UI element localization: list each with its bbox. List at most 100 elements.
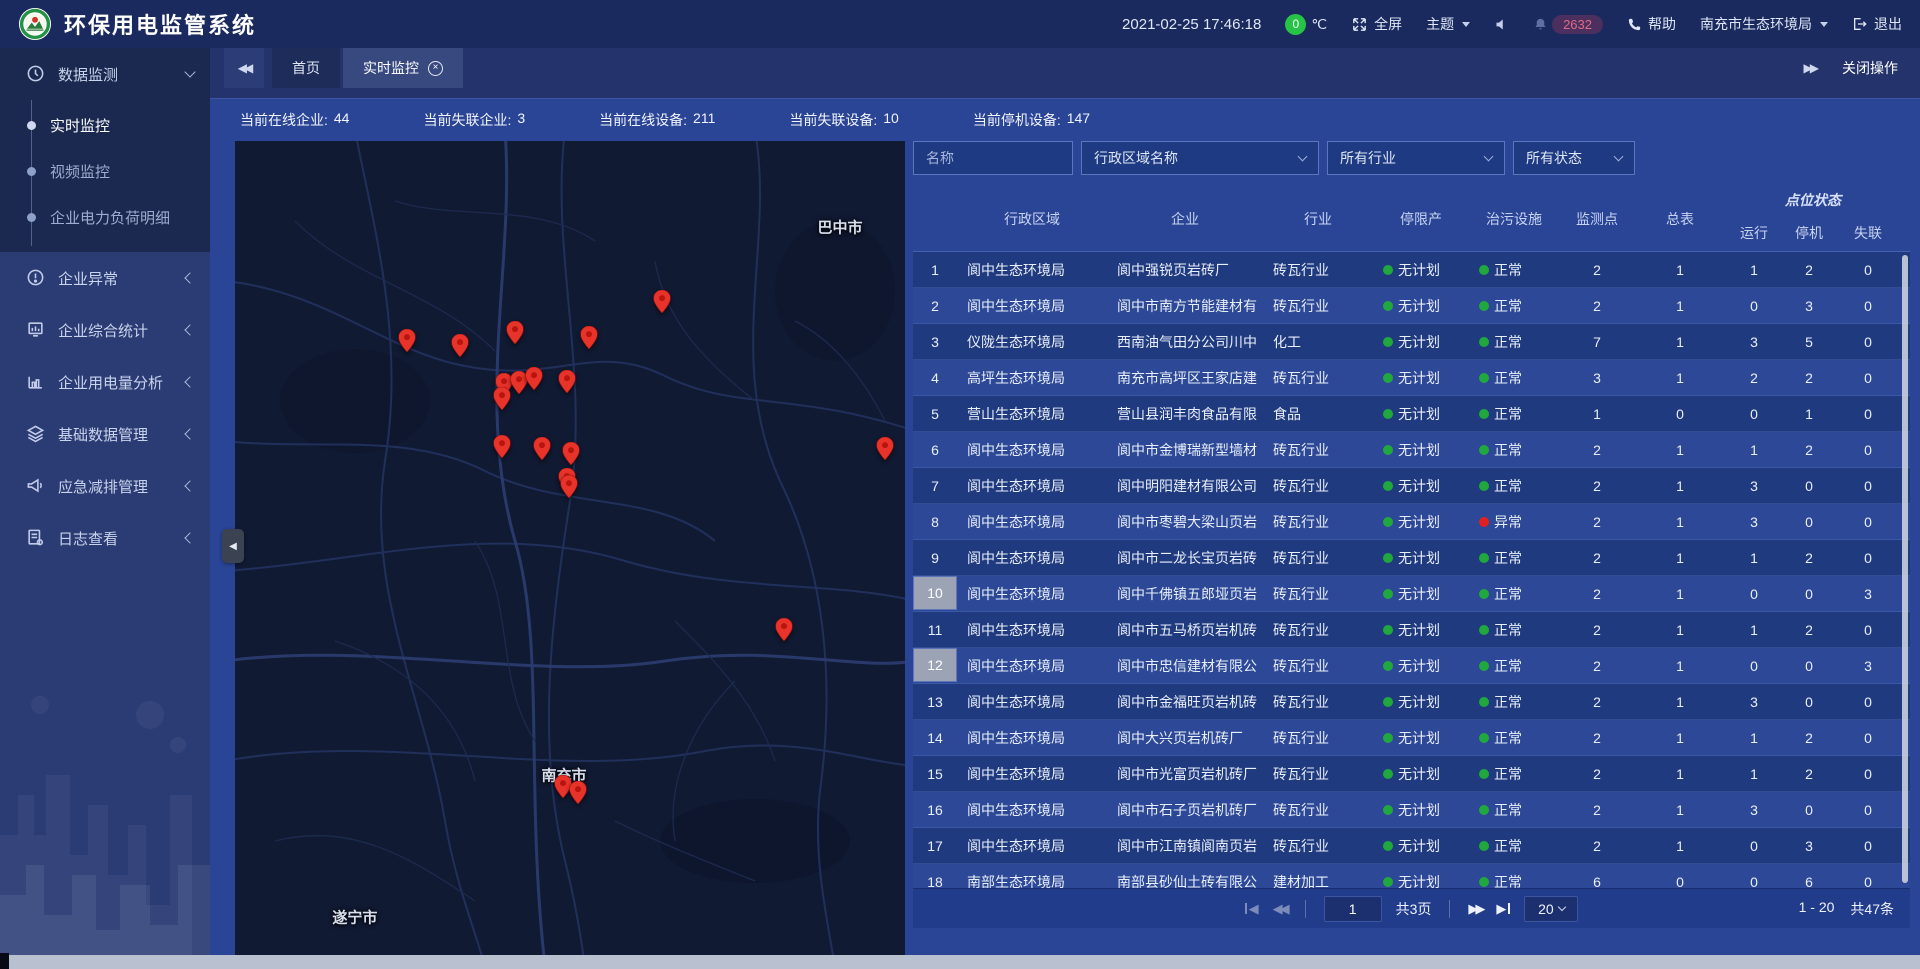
- map-pin-icon[interactable]: [876, 437, 893, 465]
- sidebar-item-data-monitoring[interactable]: 数据监测: [0, 48, 210, 100]
- tab-home[interactable]: 首页: [272, 48, 340, 88]
- tabs-scroll-left-button[interactable]: ◀◀: [224, 48, 264, 88]
- table-scrollbar[interactable]: [1902, 255, 1908, 883]
- previous-page-button[interactable]: ◀◀: [1273, 901, 1287, 917]
- sidebar-subitem-video-monitoring[interactable]: 视频监控: [0, 148, 210, 194]
- page-size-select[interactable]: 20: [1524, 896, 1578, 922]
- table-row[interactable]: 6阆中生态环境局阆中市金博瑞新型墙材砖瓦行业无计划正常21120: [913, 432, 1910, 468]
- map-pin-icon[interactable]: [494, 387, 511, 415]
- table-row[interactable]: 9阆中生态环境局阆中市二龙长宝页岩砖砖瓦行业无计划正常21120: [913, 540, 1910, 576]
- last-page-button[interactable]: ▶: [1496, 901, 1510, 917]
- status-dot-green: [1383, 409, 1393, 419]
- status-filter-select[interactable]: 所有状态: [1513, 141, 1635, 175]
- logout-button[interactable]: 退出: [1852, 14, 1902, 34]
- table-row[interactable]: 14阆中生态环境局阆中大兴页岩机砖厂砖瓦行业无计划正常21120: [913, 720, 1910, 756]
- city-skyline-decoration: [0, 675, 210, 955]
- sidebar-item-emergency-reduction[interactable]: 应急减排管理: [0, 460, 210, 512]
- tab-close-icon[interactable]: ×: [428, 61, 443, 76]
- sidebar-item-log-view[interactable]: 日志查看: [0, 512, 210, 564]
- map-pin-icon[interactable]: [775, 618, 792, 646]
- help-button[interactable]: 帮助: [1627, 14, 1676, 34]
- company-cell: 阆中市二龙长宝页岩砖: [1107, 540, 1263, 575]
- sidebar-subitem-realtime-monitoring[interactable]: 实时监控: [0, 102, 210, 148]
- industry-cell: 砖瓦行业: [1263, 720, 1373, 755]
- org-menu[interactable]: 南充市生态环境局: [1700, 14, 1828, 34]
- sidebar-subitem-power-load-detail[interactable]: 企业电力负荷明细: [0, 194, 210, 240]
- chevron-left-icon: [184, 532, 195, 543]
- company-cell: 营山县润丰肉食品有限: [1107, 396, 1263, 431]
- stopped-cell: 0: [1783, 648, 1835, 683]
- status-text: 正常: [1494, 440, 1522, 460]
- table-row[interactable]: 11阆中生态环境局阆中市五马桥页岩机砖砖瓦行业无计划正常21120: [913, 612, 1910, 648]
- industry-filter-select[interactable]: 所有行业: [1327, 141, 1505, 175]
- map-pin-icon[interactable]: [580, 326, 597, 354]
- table-row[interactable]: 15阆中生态环境局阆中市光富页岩机砖厂砖瓦行业无计划正常21120: [913, 756, 1910, 792]
- map-pin-icon[interactable]: [494, 435, 511, 463]
- table-row[interactable]: 10阆中生态环境局阆中千佛镇五郎垭页岩砖瓦行业无计划正常21003: [913, 576, 1910, 612]
- table-row[interactable]: 8阆中生态环境局阆中市枣碧大梁山页岩砖瓦行业无计划异常21300: [913, 504, 1910, 540]
- map-pin-icon[interactable]: [507, 321, 524, 349]
- monitor-points-cell: 3: [1559, 360, 1635, 395]
- volume-button[interactable]: [1494, 17, 1509, 32]
- table-row[interactable]: 4高坪生态环境局南充市高坪区王家店建砖瓦行业无计划正常31220: [913, 360, 1910, 396]
- close-operations-button[interactable]: 关闭操作: [1842, 58, 1898, 78]
- sidebar-item-company-abnormal[interactable]: 企业异常: [0, 252, 210, 304]
- table-row[interactable]: 5营山生态环境局营山县润丰肉食品有限食品无计划正常10010: [913, 396, 1910, 432]
- table-row[interactable]: 3仪陇生态环境局西南油气田分公司川中化工无计划正常71350: [913, 324, 1910, 360]
- name-filter-input[interactable]: [913, 141, 1073, 175]
- status-text: 无计划: [1398, 368, 1440, 388]
- map-pin-icon[interactable]: [570, 781, 587, 809]
- table-row[interactable]: 12阆中生态环境局阆中市忠信建材有限公砖瓦行业无计划正常21003: [913, 648, 1910, 684]
- table-row[interactable]: 17阆中生态环境局阆中市江南镇阆南页岩砖瓦行业无计划正常21030: [913, 828, 1910, 864]
- sidebar-item-power-analysis[interactable]: 企业用电量分析: [0, 356, 210, 408]
- table-row[interactable]: 13阆中生态环境局阆中市金福旺页岩机砖砖瓦行业无计划正常21300: [913, 684, 1910, 720]
- status-text: 正常: [1494, 476, 1522, 496]
- tabs-scroll-right-button[interactable]: ▶▶: [1804, 61, 1816, 75]
- map-pin-icon[interactable]: [562, 442, 579, 470]
- theme-menu[interactable]: 主题: [1426, 14, 1470, 34]
- table-row[interactable]: 1阆中生态环境局阆中强锐页岩砖厂砖瓦行业无计划正常21120: [913, 252, 1910, 288]
- pollution-facility-cell: 正常: [1469, 720, 1559, 755]
- table-row[interactable]: 2阆中生态环境局阆中市南方节能建材有砖瓦行业无计划正常21030: [913, 288, 1910, 324]
- page-input[interactable]: [1324, 896, 1382, 922]
- tab-realtime[interactable]: 实时监控×: [343, 48, 463, 88]
- map-pin-icon[interactable]: [653, 290, 670, 318]
- lost-cell: 0: [1835, 324, 1901, 359]
- map-pin-icon[interactable]: [561, 475, 578, 503]
- bullet-icon: [27, 213, 36, 222]
- running-cell: 2: [1725, 360, 1783, 395]
- fullscreen-button[interactable]: 全屏: [1351, 14, 1402, 34]
- region-filter-select[interactable]: 行政区域名称: [1081, 141, 1319, 175]
- table-row[interactable]: 18南部生态环境局南部县砂仙土砖有限公建材加工无计划正常60060: [913, 864, 1910, 888]
- sidebar-item-base-data[interactable]: 基础数据管理: [0, 408, 210, 460]
- first-page-button[interactable]: ◀: [1245, 901, 1259, 917]
- running-cell: 3: [1725, 684, 1783, 719]
- status-text: 异常: [1494, 512, 1522, 532]
- map-pin-icon[interactable]: [533, 437, 550, 465]
- stop-limit-cell: 无计划: [1373, 504, 1469, 539]
- sidebar-item-company-statistics[interactable]: 企业综合统计: [0, 304, 210, 356]
- pollution-facility-cell: 异常: [1469, 504, 1559, 539]
- column-subheader: 运行: [1725, 214, 1783, 252]
- pollution-facility-cell: 正常: [1469, 828, 1559, 863]
- industry-cell: 砖瓦行业: [1263, 612, 1373, 647]
- table-row[interactable]: 16阆中生态环境局阆中市石子页岩机砖厂砖瓦行业无计划正常21300: [913, 792, 1910, 828]
- lost-cell: 0: [1835, 684, 1901, 719]
- row-number-cell: 5: [913, 396, 957, 431]
- map-pin-icon[interactable]: [559, 370, 576, 398]
- status-dot-green: [1383, 481, 1393, 491]
- monitor-points-cell: 2: [1559, 288, 1635, 323]
- map-pin-icon[interactable]: [525, 367, 542, 395]
- map-panel[interactable]: 巴中市南充市遂宁市 ◀: [235, 141, 905, 956]
- stop-limit-cell: 无计划: [1373, 432, 1469, 467]
- notifications-button[interactable]: 2632: [1533, 15, 1603, 34]
- next-page-button[interactable]: ▶▶: [1468, 901, 1482, 917]
- table-row[interactable]: 7阆中生态环境局阆中明阳建材有限公司砖瓦行业无计划正常21300: [913, 468, 1910, 504]
- monitor-points-cell: 2: [1559, 684, 1635, 719]
- collapse-map-button[interactable]: ◀: [222, 529, 244, 563]
- map-pin-icon[interactable]: [399, 329, 416, 357]
- map-pin-icon[interactable]: [452, 334, 469, 362]
- company-cell: 阆中大兴页岩机砖厂: [1107, 720, 1263, 755]
- content-area: 当前在线企业:44当前失联企业:3当前在线设备:211当前失联设备:10当前停机…: [210, 98, 1920, 969]
- stopped-cell: 2: [1783, 540, 1835, 575]
